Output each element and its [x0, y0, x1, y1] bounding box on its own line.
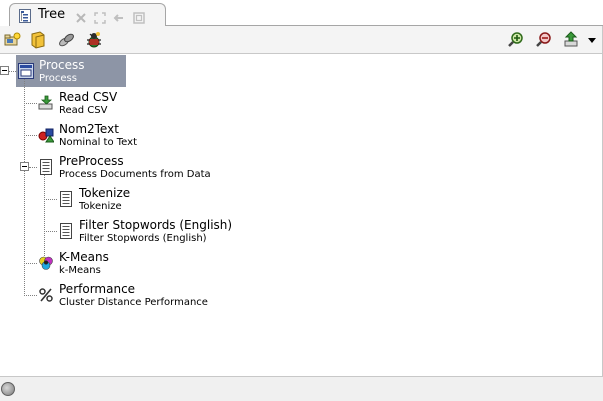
percent-icon — [38, 287, 54, 303]
node-title: PreProcess — [59, 154, 124, 168]
node-subtitle: Read CSV — [59, 105, 108, 116]
document-icon — [58, 191, 74, 207]
tree-connector — [44, 231, 57, 232]
node-subtitle: Process — [39, 73, 77, 84]
status-indicator-icon — [1, 382, 15, 396]
tree-node-process[interactable]: Process Process — [16, 55, 126, 87]
node-title: Tokenize — [79, 186, 131, 200]
node-title: Read CSV — [59, 90, 118, 104]
node-subtitle: Process Documents from Data — [59, 169, 211, 180]
tree-node-k-means[interactable]: K-Means k-Means — [37, 247, 157, 279]
tree-connector — [24, 295, 37, 296]
document-icon — [58, 223, 74, 239]
node-subtitle: Nominal to Text — [59, 137, 137, 148]
node-subtitle: Filter Stopwords (English) — [79, 233, 207, 244]
node-title: Process — [39, 58, 85, 72]
tree-node-preprocess[interactable]: PreProcess Process Documents from Data — [37, 151, 237, 183]
kmeans-icon — [38, 255, 54, 271]
tree-node-read-csv[interactable]: Read CSV Read CSV — [37, 87, 157, 119]
node-subtitle: k-Means — [59, 265, 101, 276]
collapse-toggle-process[interactable] — [0, 66, 9, 75]
node-subtitle: Tokenize — [79, 201, 122, 212]
tree-connector — [24, 135, 37, 136]
document-icon — [38, 159, 54, 175]
status-bar — [0, 376, 603, 401]
process-icon — [18, 63, 34, 79]
nominal-to-text-icon — [38, 127, 55, 143]
tree-connector — [24, 263, 37, 264]
tree-node-filter-stopwords[interactable]: Filter Stopwords (English) Filter Stopwo… — [57, 215, 257, 247]
read-csv-icon — [38, 95, 54, 111]
node-title: Performance — [59, 282, 136, 296]
tree-node-nom2text[interactable]: Nom2Text Nominal to Text — [37, 119, 177, 151]
tree-node-tokenize[interactable]: Tokenize Tokenize — [57, 183, 177, 215]
node-title: Filter Stopwords (English) — [79, 218, 233, 232]
node-subtitle: Cluster Distance Performance — [59, 297, 208, 308]
tree-connector — [29, 167, 37, 168]
tree-connector — [44, 199, 57, 200]
process-tree: Process Process Read CSV Read CSV Nom2Te… — [0, 0, 603, 376]
node-title: Nom2Text — [59, 122, 119, 136]
tree-connector — [24, 103, 37, 104]
node-title: K-Means — [59, 250, 109, 264]
tree-node-performance[interactable]: Performance Cluster Distance Performance — [37, 279, 237, 311]
collapse-toggle-preprocess[interactable] — [20, 162, 29, 171]
